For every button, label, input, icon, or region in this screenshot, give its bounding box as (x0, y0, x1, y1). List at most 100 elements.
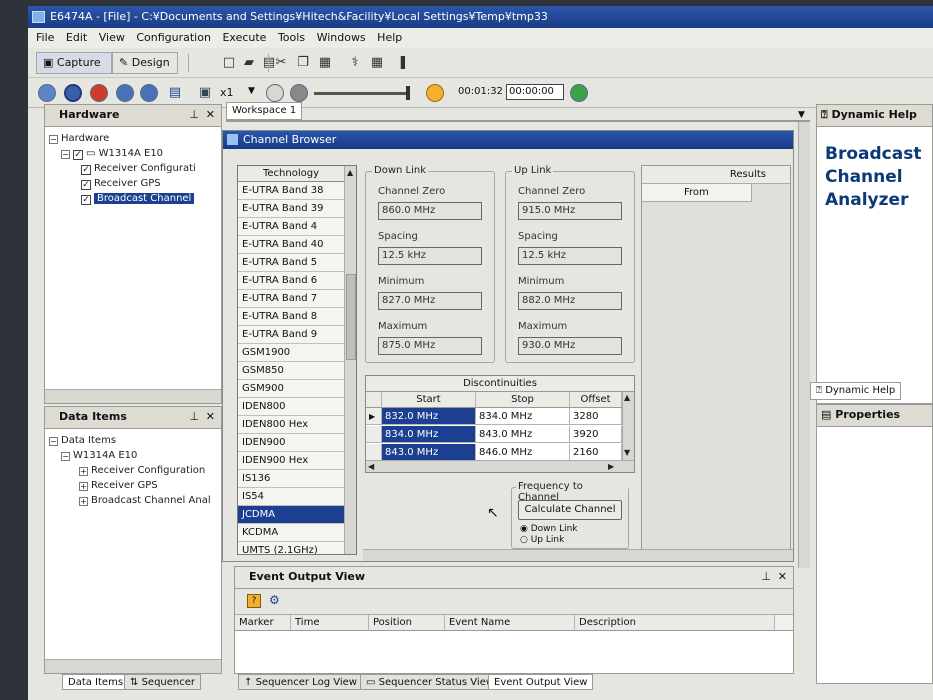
scroll-up-icon[interactable]: ▲ (347, 168, 353, 177)
cell-start[interactable]: 834.0 MHz (382, 426, 476, 443)
menu-tools[interactable]: Tools (278, 28, 305, 48)
cell-start[interactable]: 832.0 MHz (382, 408, 476, 425)
tab-sequencer-log-view[interactable]: ↑ Sequencer Log View (238, 674, 363, 690)
pin-icon[interactable]: ⊥ (189, 105, 199, 125)
technology-item[interactable]: JCDMA (238, 506, 344, 524)
table-row[interactable]: 834.0 MHz 843.0 MHz 3920 (366, 426, 636, 444)
technology-item[interactable]: IDEN800 Hex (238, 416, 344, 434)
scroll-thumb[interactable] (346, 274, 356, 360)
tree-device[interactable]: − W1314A E10 (49, 448, 217, 463)
technology-item[interactable]: IDEN900 Hex (238, 452, 344, 470)
workspace-dropdown-icon[interactable]: ▼ (798, 110, 805, 120)
discontinuities-hscroll[interactable]: ◀ ▶ (366, 460, 634, 472)
up-channel-zero-field[interactable]: 915.0 MHz (518, 202, 622, 220)
up-minimum-field[interactable]: 882.0 MHz (518, 292, 622, 310)
down-maximum-field[interactable]: 875.0 MHz (378, 337, 482, 355)
cut-icon[interactable]: ✂ (272, 54, 290, 72)
tree-item[interactable]: + Receiver GPS (49, 478, 217, 493)
tree-item-selected[interactable]: ✓ Broadcast Channel (49, 191, 217, 206)
tree-root[interactable]: − Data Items (49, 433, 217, 448)
menu-edit[interactable]: Edit (66, 28, 87, 48)
settings-icon[interactable]: ⚙ (269, 593, 280, 607)
paste-icon[interactable]: ▦ (316, 54, 334, 72)
expand-icon[interactable]: + (79, 482, 88, 491)
technology-item[interactable]: IDEN900 (238, 434, 344, 452)
play-icon[interactable] (38, 84, 56, 102)
up-link-radio[interactable]: ○ Up Link (520, 535, 564, 545)
scroll-down-icon[interactable]: ▼ (624, 448, 630, 457)
go-icon[interactable] (570, 84, 588, 102)
title-bar[interactable]: E6474A - [File] - C:¥Documents and Setti… (28, 6, 933, 28)
technology-item[interactable]: E-UTRA Band 8 (238, 308, 344, 326)
technology-item[interactable]: GSM850 (238, 362, 344, 380)
step-icon[interactable] (140, 84, 158, 102)
info-icon[interactable]: ? (247, 594, 261, 608)
technology-item[interactable]: GSM1900 (238, 344, 344, 362)
save-disk-icon[interactable]: ▣ (196, 84, 214, 102)
tab-dynamic-help[interactable]: ⍰ Dynamic Help (810, 382, 902, 400)
cell-stop[interactable]: 846.0 MHz (476, 444, 570, 461)
tree-item[interactable]: + Receiver Configuration (49, 463, 217, 478)
filter-icon[interactable]: ⚕ (346, 54, 364, 72)
technology-item[interactable]: GSM900 (238, 380, 344, 398)
log-icon[interactable]: ▤ (166, 84, 184, 102)
technology-item[interactable]: E-UTRA Band 5 (238, 254, 344, 272)
menu-help[interactable]: Help (377, 28, 402, 48)
stop-dot-icon[interactable] (290, 84, 308, 102)
tool-icon[interactable]: ❚ (394, 54, 412, 72)
down-minimum-field[interactable]: 827.0 MHz (378, 292, 482, 310)
discontinuities-vscroll[interactable]: ▲ ▼ (622, 392, 634, 460)
down-spacing-field[interactable]: 12.5 kHz (378, 247, 482, 265)
playback-slider[interactable] (314, 92, 410, 95)
table-row[interactable]: ▶ 832.0 MHz 834.0 MHz 3280 (366, 408, 636, 426)
tree-root[interactable]: − Hardware (49, 131, 217, 146)
collapse-icon[interactable]: − (61, 150, 70, 159)
browser-hscroll[interactable] (363, 549, 793, 561)
checkbox[interactable]: ✓ (81, 180, 91, 190)
expand-icon[interactable]: + (79, 497, 88, 506)
technology-item[interactable]: IS136 (238, 470, 344, 488)
workspace-vscroll[interactable] (798, 122, 810, 568)
collapse-icon[interactable]: − (61, 452, 70, 461)
technology-item[interactable]: UMTS (2.1GHz) (238, 542, 344, 554)
cell-offset[interactable]: 3280 (570, 408, 622, 425)
rewind-icon[interactable] (116, 84, 134, 102)
time-input[interactable]: 00:00:00 (506, 84, 564, 100)
technology-item[interactable]: E-UTRA Band 39 (238, 200, 344, 218)
technology-item[interactable]: IS54 (238, 488, 344, 506)
channel-browser-titlebar[interactable]: Channel Browser (223, 131, 793, 149)
horizontal-scrollbar[interactable] (45, 389, 221, 403)
checkbox[interactable]: ✓ (81, 195, 91, 205)
menu-execute[interactable]: Execute (222, 28, 266, 48)
technology-item[interactable]: E-UTRA Band 4 (238, 218, 344, 236)
menu-file[interactable]: File (36, 28, 54, 48)
menu-configuration[interactable]: Configuration (136, 28, 211, 48)
slider-thumb[interactable] (406, 86, 410, 100)
cell-offset[interactable]: 3920 (570, 426, 622, 443)
tree-device[interactable]: − ✓ ▭ W1314A E10 (49, 146, 217, 161)
tree-item[interactable]: ✓ Receiver Configurati (49, 161, 217, 176)
scroll-left-icon[interactable]: ◀ (368, 462, 374, 471)
open-folder-icon[interactable]: ▰ (240, 54, 258, 72)
cell-start[interactable]: 843.0 MHz (382, 444, 476, 461)
pin-icon[interactable]: ⊥ (189, 407, 199, 427)
pause-icon[interactable] (64, 84, 82, 102)
speed-dropdown-icon[interactable]: ▼ (248, 86, 255, 96)
checkbox[interactable]: ✓ (81, 165, 91, 175)
record-icon[interactable] (90, 84, 108, 102)
up-maximum-field[interactable]: 930.0 MHz (518, 337, 622, 355)
technology-item[interactable]: E-UTRA Band 38 (238, 182, 344, 200)
down-channel-zero-field[interactable]: 860.0 MHz (378, 202, 482, 220)
refresh-icon[interactable] (266, 84, 284, 102)
tree-item[interactable]: ✓ Receiver GPS (49, 176, 217, 191)
design-button[interactable]: ✎ Design (112, 52, 178, 74)
close-icon[interactable]: ✕ (206, 105, 215, 125)
cell-stop[interactable]: 834.0 MHz (476, 408, 570, 425)
close-icon[interactable]: ✕ (206, 407, 215, 427)
technology-scrollbar[interactable]: ▲ (344, 166, 356, 554)
copy-icon[interactable]: ❐ (294, 54, 312, 72)
technology-item[interactable]: E-UTRA Band 7 (238, 290, 344, 308)
checkbox[interactable]: ✓ (73, 150, 83, 160)
tab-data-items[interactable]: Data Items (62, 674, 130, 690)
up-spacing-field[interactable]: 12.5 kHz (518, 247, 622, 265)
